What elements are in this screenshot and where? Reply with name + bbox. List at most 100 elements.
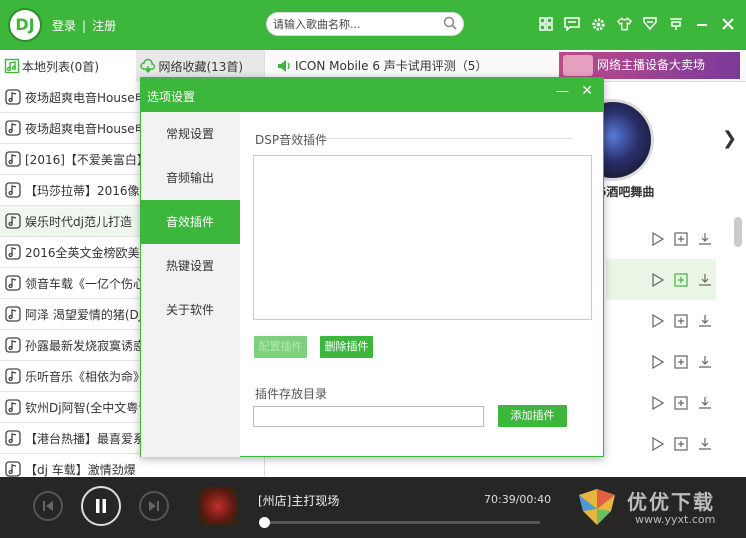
play-icon[interactable]: [650, 395, 664, 410]
music-note-icon: [5, 368, 21, 384]
music-note-icon: [5, 182, 21, 198]
play-icon[interactable]: [650, 313, 664, 328]
add-icon[interactable]: [674, 313, 688, 328]
configure-plugin-button[interactable]: 配置插件: [254, 336, 307, 358]
tab-local-list[interactable]: 本地列表(0首): [0, 50, 137, 82]
previous-icon: [43, 501, 53, 511]
play-icon[interactable]: [650, 272, 664, 287]
pause-icon: [96, 499, 106, 513]
song-title: 钦州Dj阿智(全中文粤语: [25, 400, 151, 415]
banner-text: 网络主播设备大卖场: [597, 58, 706, 72]
delete-plugin-button[interactable]: 删除插件: [320, 336, 373, 358]
nav-general[interactable]: 常规设置: [141, 112, 240, 156]
scrollbar[interactable]: [734, 217, 742, 247]
app-header: DJ 登录 | 注册: [0, 0, 746, 50]
music-note-icon: [5, 151, 21, 167]
mini-mode-icon[interactable]: [666, 14, 686, 34]
song-title: 夜场超爽电音House电: [25, 121, 147, 136]
comment-icon[interactable]: [562, 14, 582, 34]
add-icon[interactable]: [674, 436, 688, 451]
auth-links: 登录 | 注册: [49, 17, 119, 34]
header-toolbar: [536, 14, 738, 34]
auth-divider: |: [82, 19, 87, 33]
nav-about[interactable]: 关于软件: [141, 288, 240, 332]
progress-knob[interactable]: [259, 517, 270, 528]
add-icon[interactable]: [674, 354, 688, 369]
register-link[interactable]: 注册: [92, 19, 116, 33]
dialog-title: 选项设置: [147, 90, 196, 104]
dialog-nav: 常规设置 音频输出 音效插件 热键设置 关于软件: [141, 112, 240, 457]
gear-icon[interactable]: [588, 14, 608, 34]
music-note-icon: [5, 120, 21, 136]
dialog-header[interactable]: 选项设置 — ✕: [141, 78, 603, 112]
dialog-minimize-icon[interactable]: —: [556, 84, 569, 99]
song-title: 【港台热播】最喜爱系: [25, 431, 146, 446]
song-title: 乐听音乐《相依为命》: [25, 369, 146, 384]
download-song-icon[interactable]: [698, 437, 712, 451]
play-icon[interactable]: [650, 436, 664, 451]
dsp-plugin-list[interactable]: [253, 155, 592, 320]
add-icon[interactable]: [674, 231, 688, 246]
minimize-icon[interactable]: [692, 14, 712, 34]
music-note-icon: [5, 275, 21, 291]
plugin-dir-label: 插件存放目录: [255, 387, 328, 401]
play-icon[interactable]: [650, 231, 664, 246]
skin-icon[interactable]: [614, 14, 634, 34]
pause-button[interactable]: [81, 486, 121, 526]
grid-icon[interactable]: [536, 14, 556, 34]
search-input[interactable]: [273, 16, 433, 32]
song-title: 2016全英文金榜欧美回: [25, 245, 152, 260]
banner-image: [563, 55, 593, 76]
plugin-dir-input[interactable]: [253, 406, 484, 427]
song-row[interactable]: 【dj 车载】激情劲爆: [0, 454, 264, 477]
watermark-url: www.yyxt.com: [635, 513, 716, 526]
song-title: 阿泽 渴望爱情的猪(DJ: [25, 307, 143, 322]
login-link[interactable]: 登录: [52, 19, 76, 33]
search-icon[interactable]: [443, 16, 457, 33]
download-song-icon[interactable]: [698, 273, 712, 287]
nav-audio-output[interactable]: 音频输出: [141, 156, 240, 200]
now-title[interactable]: ICON Mobile 6 声卡试用评测（5）: [295, 57, 487, 74]
song-actions: [606, 300, 716, 341]
download-song-icon[interactable]: [698, 314, 712, 328]
add-plugin-button[interactable]: 添加插件: [498, 405, 567, 427]
divider: [320, 138, 573, 139]
close-icon[interactable]: [718, 14, 738, 34]
cloud-icon: [140, 58, 156, 73]
music-note-icon: [5, 430, 21, 446]
song-title: [2016]【不爱美富白】: [25, 152, 149, 167]
download-song-icon[interactable]: [698, 232, 712, 246]
previous-button[interactable]: [33, 491, 63, 521]
add-icon[interactable]: [674, 272, 688, 287]
ad-banner[interactable]: 网络主播设备大卖场: [559, 52, 740, 79]
progress-bar[interactable]: [259, 517, 540, 528]
play-time: 70:39/00:40: [484, 493, 552, 506]
nav-hotkeys[interactable]: 热键设置: [141, 244, 240, 288]
download-song-icon[interactable]: [698, 355, 712, 369]
play-icon[interactable]: [650, 354, 664, 369]
now-playing-title: [州店]主打现场: [258, 494, 340, 508]
dialog-close-icon[interactable]: ✕: [581, 83, 593, 99]
playlist-cover-title[interactable]: 6酒吧舞曲: [598, 183, 654, 200]
next-arrow-icon[interactable]: ❯: [722, 128, 737, 149]
music-note-icon: [5, 306, 21, 322]
dialog-body: DSP音效插件 配置插件 删除插件 插件存放目录 添加插件: [240, 112, 604, 457]
music-note-icon: [5, 399, 21, 415]
download-icon[interactable]: [640, 14, 660, 34]
album-cover[interactable]: [199, 487, 237, 525]
song-title: 夜场超爽电音House电: [25, 90, 147, 105]
nav-effects-plugins[interactable]: 音效插件: [141, 200, 240, 244]
music-note-icon: [5, 213, 21, 229]
watermark: 优优下载 www.yyxt.com: [575, 484, 735, 534]
music-note-icon: [5, 89, 21, 105]
song-title: 领音车载《一亿个伤心: [25, 276, 146, 291]
download-song-icon[interactable]: [698, 396, 712, 410]
speaker-icon: [278, 59, 290, 72]
next-icon: [149, 501, 159, 511]
next-button[interactable]: [139, 491, 169, 521]
watermark-name: 优优下载: [627, 490, 715, 514]
search-box: [266, 12, 464, 36]
add-icon[interactable]: [674, 395, 688, 410]
song-actions: [606, 423, 716, 464]
song-actions: [606, 382, 716, 423]
